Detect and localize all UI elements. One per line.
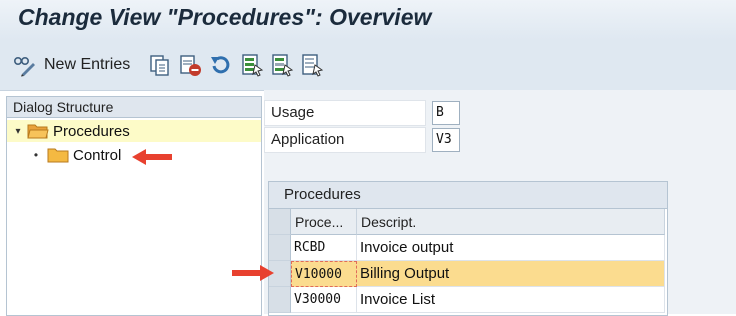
description-cell[interactable]: Billing Output — [357, 261, 665, 287]
row-selector[interactable] — [269, 235, 291, 261]
table-header-row: Proce... Descript. — [269, 209, 667, 235]
description-cell[interactable]: Invoice List — [357, 287, 665, 313]
undo-button[interactable] — [208, 53, 232, 77]
deselect-all-button[interactable] — [300, 53, 324, 77]
annotation-arrow-icon — [132, 149, 172, 165]
tree-item-label[interactable]: Control — [73, 147, 121, 164]
expand-caret-icon[interactable]: ▾ — [13, 126, 23, 137]
folder-open-icon — [27, 123, 49, 139]
tree-item-control[interactable]: • Control — [31, 144, 121, 166]
dialog-structure-panel: Dialog Structure ▾ Procedures • Control — [6, 96, 262, 316]
application-label: Application — [264, 127, 426, 153]
tree-item-label[interactable]: Procedures — [53, 123, 130, 140]
title-bar: Change View "Procedures": Overview — [0, 0, 736, 40]
new-entries-label[interactable]: New Entries — [44, 56, 130, 74]
display-change-icon[interactable] — [12, 53, 36, 77]
select-block-button[interactable] — [270, 53, 294, 77]
procedure-cell[interactable]: V10000 — [291, 261, 357, 287]
usage-label: Usage — [264, 100, 426, 126]
column-header-procedure[interactable]: Proce... — [291, 209, 357, 235]
copy-icon[interactable] — [148, 53, 172, 77]
usage-field[interactable]: B — [432, 101, 460, 125]
application-field-row: Application V3 — [264, 127, 460, 153]
table-row[interactable]: V10000 Billing Output — [269, 261, 667, 287]
description-cell[interactable]: Invoice output — [357, 235, 665, 261]
procedure-cell[interactable]: V30000 — [291, 287, 357, 313]
undo-icon[interactable] — [208, 53, 232, 77]
delete-button[interactable] — [178, 53, 202, 77]
new-entries-button[interactable]: New Entries — [12, 53, 130, 77]
folder-icon — [47, 147, 69, 163]
column-header-description[interactable]: Descript. — [357, 209, 665, 235]
table-row[interactable]: RCBD Invoice output — [269, 235, 667, 261]
procedures-table: Procedures Proce... Descript. RCBD Invoi… — [268, 181, 668, 316]
delete-icon[interactable] — [178, 53, 202, 77]
deselect-all-icon[interactable] — [300, 53, 324, 77]
toolbar: New Entries — [0, 40, 736, 91]
select-block-icon[interactable] — [270, 53, 294, 77]
annotation-arrow-icon — [232, 265, 274, 281]
usage-field-row: Usage B — [264, 100, 460, 126]
procedures-table-title: Procedures — [269, 182, 667, 209]
select-all-icon[interactable] — [240, 53, 264, 77]
select-all-rows-cell[interactable] — [269, 209, 291, 235]
copy-button[interactable] — [148, 53, 172, 77]
row-selector[interactable] — [269, 287, 291, 313]
tree-item-procedures[interactable]: ▾ Procedures — [7, 120, 261, 142]
tree-bullet-icon: • — [33, 148, 39, 162]
application-field[interactable]: V3 — [432, 128, 460, 152]
dialog-structure-header: Dialog Structure — [7, 97, 261, 118]
table-row[interactable]: V30000 Invoice List — [269, 287, 667, 313]
select-all-button[interactable] — [240, 53, 264, 77]
page-title: Change View "Procedures": Overview — [18, 4, 432, 30]
procedure-cell[interactable]: RCBD — [291, 235, 357, 261]
